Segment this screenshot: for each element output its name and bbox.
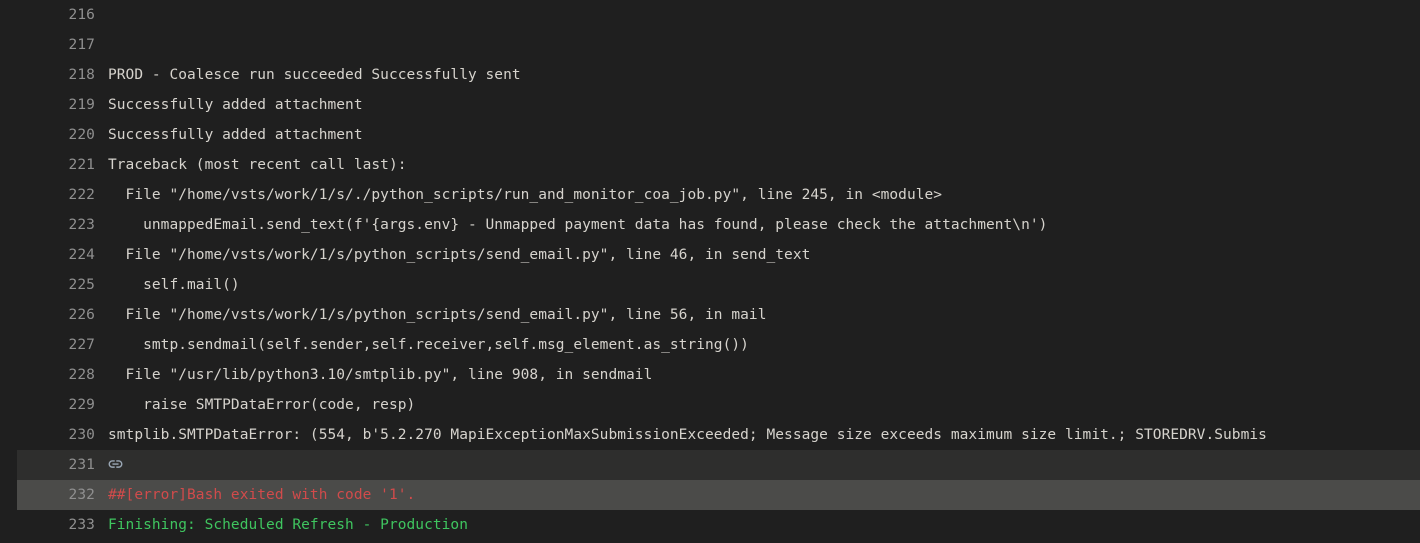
log-line-number: 229	[68, 397, 95, 413]
log-line-number: 230	[68, 427, 95, 443]
log-line-content: PROD - Coalesce run succeeded Successful…	[108, 67, 521, 83]
log-line[interactable]: 223 unmappedEmail.send_text(f'{args.env}…	[0, 210, 1420, 240]
log-line-content: Successfully added attachment	[108, 97, 363, 113]
log-line[interactable]: 229 raise SMTPDataError(code, resp)	[0, 390, 1420, 420]
log-line-number: 224	[68, 247, 95, 263]
log-line-content: File "/home/vsts/work/1/s/./python_scrip…	[108, 187, 943, 203]
log-line-content: smtp.sendmail(self.sender,self.receiver,…	[108, 337, 749, 353]
log-line-number: 217	[68, 37, 95, 53]
log-line-number: 222	[68, 187, 95, 203]
link-icon[interactable]	[108, 457, 123, 472]
log-line[interactable]: 221 Traceback (most recent call last):	[0, 150, 1420, 180]
log-line[interactable]: 232 ##[error]Bash exited with code '1'.	[0, 480, 1420, 510]
log-line-content: Traceback (most recent call last):	[108, 157, 407, 173]
log-line-number: 233	[68, 517, 95, 533]
log-line-content: File "/usr/lib/python3.10/smtplib.py", l…	[108, 367, 653, 383]
log-line-number: 223	[68, 217, 95, 233]
log-line[interactable]: 233 Finishing: Scheduled Refresh - Produc…	[0, 510, 1420, 540]
log-line-number: 232	[68, 487, 95, 503]
log-line[interactable]: 216	[0, 0, 1420, 30]
log-line-number: 227	[68, 337, 95, 353]
log-line-number: 231	[68, 457, 95, 473]
log-line-number: 218	[68, 67, 95, 83]
log-line[interactable]: 220 Successfully added attachment	[0, 120, 1420, 150]
log-line-content: File "/home/vsts/work/1/s/python_scripts…	[108, 307, 767, 323]
log-line[interactable]: 224 File "/home/vsts/work/1/s/python_scr…	[0, 240, 1420, 270]
log-line-content: smtplib.SMTPDataError: (554, b'5.2.270 M…	[108, 427, 1267, 443]
log-line-number: 221	[68, 157, 95, 173]
log-line[interactable]: 222 File "/home/vsts/work/1/s/./python_s…	[0, 180, 1420, 210]
pipeline-log-viewer[interactable]: 216 217 218 PROD - Coalesce run succeeded S…	[0, 0, 1420, 543]
log-line[interactable]: 217	[0, 30, 1420, 60]
log-line-content: self.mail()	[108, 277, 240, 293]
log-line-number: 219	[68, 97, 95, 113]
log-line-number: 220	[68, 127, 95, 143]
log-line[interactable]: 228 File "/usr/lib/python3.10/smtplib.py…	[0, 360, 1420, 390]
log-line-content: raise SMTPDataError(code, resp)	[108, 397, 416, 413]
log-line[interactable]: 225 self.mail()	[0, 270, 1420, 300]
log-line[interactable]: 227 smtp.sendmail(self.sender,self.recei…	[0, 330, 1420, 360]
log-line-number: 226	[68, 307, 95, 323]
log-line[interactable]: 226 File "/home/vsts/work/1/s/python_scr…	[0, 300, 1420, 330]
log-line-content	[95, 450, 1420, 480]
log-line[interactable]: 230 smtplib.SMTPDataError: (554, b'5.2.27…	[0, 420, 1420, 450]
log-line-content: unmappedEmail.send_text(f'{args.env} - U…	[108, 217, 1048, 233]
log-line-number: 228	[68, 367, 95, 383]
log-line[interactable]: 218 PROD - Coalesce run succeeded Success…	[0, 60, 1420, 90]
log-line-content: File "/home/vsts/work/1/s/python_scripts…	[108, 247, 811, 263]
log-line-content: Finishing: Scheduled Refresh - Productio…	[108, 517, 468, 533]
log-line-number: 216	[68, 7, 95, 23]
log-line-content: ##[error]Bash exited with code '1'.	[108, 487, 416, 503]
log-line-content: Successfully added attachment	[108, 127, 363, 143]
log-line[interactable]: 219 Successfully added attachment	[0, 90, 1420, 120]
log-line[interactable]: 231	[0, 450, 1420, 480]
log-line-number: 225	[68, 277, 95, 293]
